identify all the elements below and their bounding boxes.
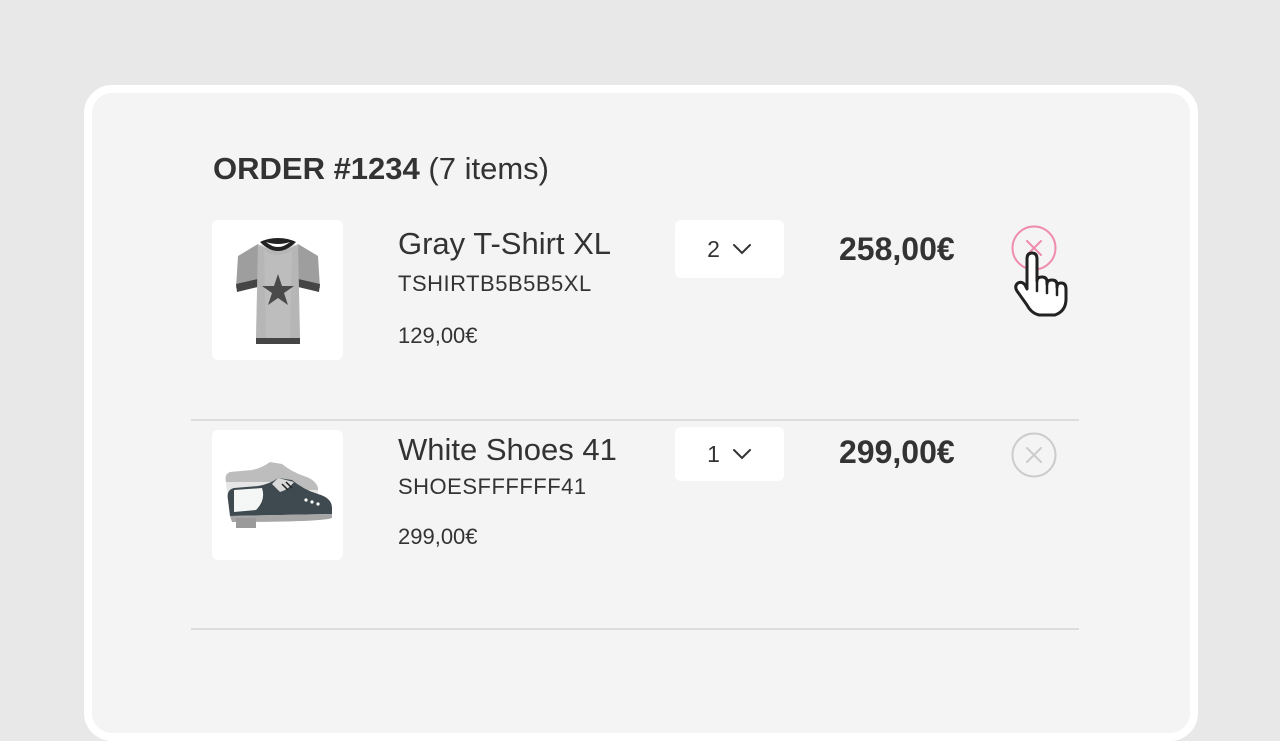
remove-item-button[interactable] bbox=[1011, 225, 1057, 271]
close-circle-icon bbox=[1011, 432, 1057, 478]
quantity-value: 1 bbox=[707, 440, 720, 467]
order-item-count: (7 items) bbox=[428, 151, 549, 186]
order-number: ORDER #1234 bbox=[213, 151, 420, 186]
product-unit-price: 129,00€ bbox=[398, 323, 478, 348]
quantity-value: 2 bbox=[707, 235, 720, 262]
product-sku: TSHIRTB5B5B5XL bbox=[398, 271, 592, 296]
order-item: Gray T-Shirt XL TSHIRTB5B5B5XL 129,00€ 2… bbox=[191, 211, 1079, 427]
product-unit-price: 299,00€ bbox=[398, 524, 478, 549]
chevron-down-icon bbox=[732, 449, 751, 460]
quantity-select[interactable]: 2 bbox=[675, 220, 784, 278]
product-sku: SHOESFFFFFF41 bbox=[398, 474, 587, 499]
item-divider bbox=[191, 628, 1079, 630]
order-item: White Shoes 41 SHOESFFFFFF41 299,00€ 1 2… bbox=[191, 420, 1079, 636]
product-thumbnail bbox=[212, 220, 343, 360]
quantity-select[interactable]: 1 bbox=[675, 427, 784, 481]
order-title: ORDER #1234 (7 items) bbox=[213, 151, 549, 187]
product-name: Gray T-Shirt XL bbox=[398, 226, 612, 261]
tshirt-icon bbox=[235, 238, 320, 344]
product-name: White Shoes 41 bbox=[398, 432, 617, 467]
chevron-down-icon bbox=[732, 244, 751, 255]
close-circle-icon bbox=[1011, 225, 1057, 271]
remove-item-button[interactable] bbox=[1011, 432, 1057, 478]
product-total: 299,00€ bbox=[839, 434, 955, 470]
product-thumbnail bbox=[212, 430, 343, 560]
order-card: ORDER #1234 (7 items) Gray T-Shirt XL TS… bbox=[84, 85, 1198, 741]
product-total: 258,00€ bbox=[839, 231, 955, 267]
shoes-icon bbox=[225, 462, 332, 528]
